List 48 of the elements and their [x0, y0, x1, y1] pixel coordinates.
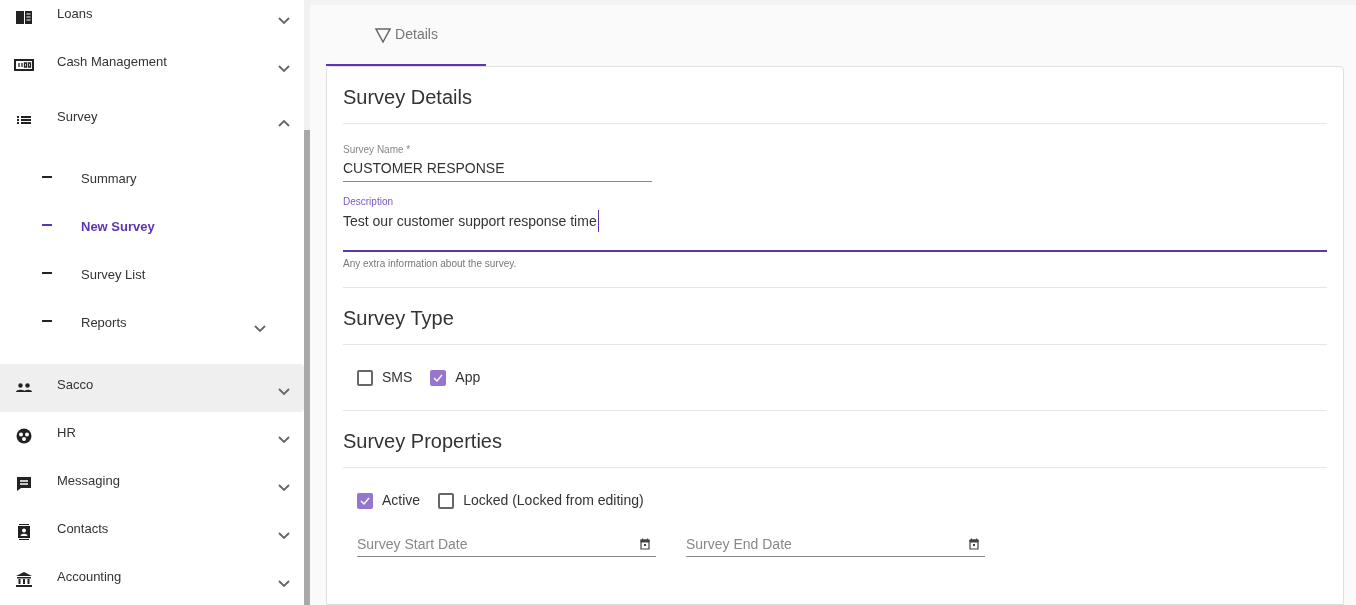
sidebar-label: HR — [57, 424, 77, 443]
field-label: Survey Name * — [343, 143, 412, 157]
sidebar-subitem[interactable]: Survey List — [0, 251, 304, 299]
checkbox[interactable] — [357, 369, 373, 386]
checkbox[interactable] — [357, 492, 373, 509]
field-label: Description — [343, 195, 395, 209]
checkbox-label: Active — [382, 491, 421, 510]
checkbox-label: SMS — [382, 368, 413, 387]
filter-icon — [374, 25, 393, 44]
sidebar-subitem[interactable]: Reports — [0, 299, 304, 347]
sidebar-icon — [14, 426, 34, 446]
dash-icon — [42, 224, 52, 226]
calendar-icon[interactable] — [968, 538, 980, 550]
date-field[interactable]: Survey End Date — [686, 531, 985, 557]
text-field[interactable]: Survey Name * CUSTOMER RESPONSE — [343, 143, 652, 182]
checkbox-label: Locked (Locked from editing) — [463, 491, 644, 510]
scrollbar-thumb[interactable] — [304, 130, 310, 605]
sidebar-icon — [14, 474, 34, 494]
sidebar-label: New Survey — [81, 218, 155, 237]
sidebar-label: Accounting — [57, 568, 123, 587]
sidebar-label: Survey List — [81, 266, 146, 285]
dash-icon — [42, 272, 52, 274]
dash-icon — [42, 320, 52, 322]
sidebar-label: Contacts — [57, 520, 110, 539]
sidebar-label: Summary — [81, 170, 137, 189]
date-field[interactable]: Survey Start Date — [357, 531, 656, 557]
sidebar-label: Messaging — [57, 472, 121, 491]
checkbox[interactable] — [430, 369, 447, 386]
section-title: Survey Type — [343, 306, 454, 331]
sidebar-label: Loans — [57, 5, 94, 24]
section-title: Survey Properties — [343, 429, 502, 454]
sidebar-subitem[interactable]: Summary — [0, 155, 304, 203]
sidebar-label: Cash Management — [57, 53, 168, 72]
sidebar-icon — [14, 570, 34, 590]
sidebar-label: Reports — [81, 314, 127, 333]
field-value: CUSTOMER RESPONSE — [343, 159, 506, 178]
checkbox-label: App — [455, 368, 481, 387]
sidebar-subitem[interactable]: New Survey — [0, 203, 304, 251]
sidebar-label: Survey — [57, 108, 99, 127]
dash-icon — [42, 176, 52, 178]
checkbox[interactable] — [438, 492, 455, 509]
text-field[interactable]: Description Test our customer support response time — [343, 195, 1327, 252]
field-value: Test our customer support response time — [343, 210, 599, 232]
sidebar-item[interactable]: Sacco — [0, 364, 304, 412]
calendar-icon[interactable] — [639, 538, 651, 550]
helper-text: Any extra information about the survey. — [343, 257, 518, 271]
sidebar-label: Sacco — [57, 376, 95, 395]
section-title: Survey Details — [343, 85, 472, 110]
